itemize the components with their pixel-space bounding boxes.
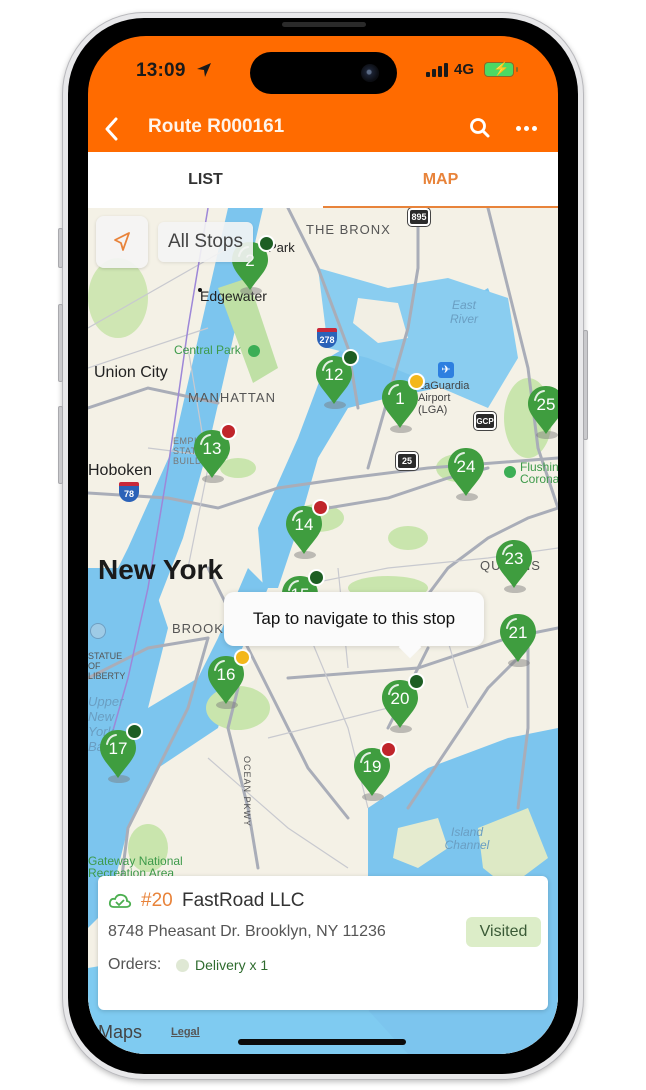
- map-label-the-bronx: THE BRONX: [306, 222, 391, 237]
- front-camera: [361, 64, 379, 82]
- map-label-union-city: Union City: [94, 364, 168, 381]
- stop-pin-number: 12: [324, 365, 344, 384]
- locate-me-button[interactable]: [96, 216, 148, 268]
- highway-shield-gcp: GCP: [474, 412, 496, 430]
- map-view[interactable]: THE BRONX Park Edgewater Central Park Un…: [88, 208, 558, 1054]
- dynamic-island: [250, 52, 397, 94]
- stop-pin-23[interactable]: 23: [494, 538, 534, 594]
- status-badge: Visited: [466, 917, 541, 947]
- all-stops-filter[interactable]: All Stops: [158, 222, 253, 262]
- stop-pin-14[interactable]: 14: [284, 499, 329, 560]
- stop-status-dot: [342, 349, 359, 366]
- stop-status-dot: [258, 235, 275, 252]
- map-label-statue-of-liberty: STATUE OF LIBERTY: [88, 651, 126, 681]
- stop-pin-number: 23: [504, 549, 524, 568]
- stop-status-dot: [234, 649, 251, 666]
- stop-pin-16[interactable]: 16: [206, 649, 251, 710]
- orders-label: Orders:: [108, 956, 162, 973]
- navigate-tooltip[interactable]: Tap to navigate to this stop: [224, 592, 484, 646]
- stop-status-dot: [312, 499, 329, 516]
- tooltip-text: Tap to navigate to this stop: [252, 609, 456, 628]
- stop-status-dot: [308, 569, 325, 586]
- network-type: 4G: [454, 61, 475, 78]
- stop-pin-13[interactable]: 13: [192, 423, 237, 484]
- interstate-shield-278: 278: [317, 328, 337, 348]
- stop-pin-20[interactable]: 20: [380, 673, 425, 734]
- statue-of-liberty-icon: [90, 623, 106, 639]
- map-label-new-york: New York: [98, 554, 224, 585]
- back-button[interactable]: [98, 112, 128, 146]
- navigation-arrow-icon: [114, 232, 130, 251]
- battery-charging-icon: ⚡: [484, 61, 518, 77]
- legal-link[interactable]: Legal: [171, 1026, 200, 1038]
- park-icon: [248, 345, 260, 357]
- volume-down-button: [58, 406, 63, 484]
- stop-pin-19[interactable]: 19: [352, 741, 397, 802]
- stop-pin-number: 14: [294, 515, 314, 534]
- map-label-ocean-pkwy: OCEAN PKWY: [242, 756, 252, 828]
- stop-pin-number: 1: [395, 389, 405, 408]
- highway-shield-25: 25: [396, 452, 418, 470]
- stop-status-dot: [408, 673, 425, 690]
- location-arrow-icon: [197, 63, 211, 77]
- stop-pin-number: 25: [536, 395, 556, 414]
- tab-list[interactable]: LIST: [88, 152, 323, 208]
- stop-pin-21[interactable]: 21: [498, 612, 538, 668]
- map-label-east-river: East River: [449, 298, 478, 326]
- earpiece-speaker: [282, 22, 366, 27]
- ellipsis-icon: [516, 126, 521, 131]
- more-options-button[interactable]: [512, 114, 542, 142]
- action-button: [58, 228, 63, 268]
- stop-pin-number: 20: [390, 689, 410, 708]
- map-label-island-channel: Island Channel: [444, 825, 490, 852]
- map-label-hoboken: Hoboken: [88, 462, 153, 479]
- stop-status-dot: [126, 723, 143, 740]
- status-bar: 13:09 4G ⚡: [88, 36, 558, 106]
- order-item: Delivery x 1: [195, 957, 269, 973]
- map-label-flushing: Flushing Corona: [520, 460, 558, 486]
- stop-pin-25[interactable]: 25: [526, 384, 558, 440]
- search-icon[interactable]: [466, 114, 494, 142]
- stop-status-dot: [380, 741, 397, 758]
- stop-address: 8748 Pheasant Dr. Brooklyn, NY 11236: [108, 923, 386, 940]
- stop-pin-17[interactable]: 17: [98, 723, 143, 784]
- stop-pin-number: 21: [508, 623, 528, 642]
- map-label-central-park: Central Park: [174, 343, 241, 357]
- tab-map[interactable]: MAP: [323, 152, 558, 208]
- stop-status-dot: [220, 423, 237, 440]
- power-button: [583, 330, 588, 440]
- stop-pin-1[interactable]: 1: [380, 373, 425, 434]
- stop-pin-number: 19: [362, 757, 382, 776]
- park-icon: [504, 466, 516, 478]
- stop-customer-name: FastRoad LLC: [182, 890, 305, 911]
- page-title: Route R000161: [148, 116, 285, 137]
- interstate-shield-78: 78: [119, 482, 139, 502]
- cloud-check-icon: [108, 893, 132, 908]
- status-time: 13:09: [136, 60, 186, 81]
- stop-pin-12[interactable]: 12: [314, 349, 359, 410]
- view-tabs: LIST MAP: [88, 152, 558, 208]
- selected-stop-card[interactable]: #20 FastRoad LLC 8748 Pheasant Dr. Brook…: [98, 876, 548, 1010]
- signal-bars-icon: [426, 63, 448, 77]
- volume-up-button: [58, 304, 63, 382]
- stop-pin-number: 13: [202, 439, 222, 458]
- airport-icon: ✈: [438, 362, 454, 378]
- home-indicator[interactable]: [238, 1039, 406, 1045]
- apple-maps-logo: Maps: [98, 1022, 143, 1042]
- order-type-dot: [176, 959, 189, 972]
- stop-pin-24[interactable]: 24: [446, 446, 486, 502]
- screen: 13:09 4G ⚡ Route R000161 LIST MAP THE BR…: [88, 36, 558, 1054]
- stop-number: #20: [141, 890, 173, 911]
- edgewater-dot: [198, 288, 202, 292]
- stop-status-dot: [408, 373, 425, 390]
- highway-shield-895: 895: [408, 208, 430, 226]
- map-label-manhattan: MANHATTAN: [188, 390, 276, 405]
- stop-pin-number: 17: [108, 739, 128, 758]
- stop-pin-number: 16: [216, 665, 236, 684]
- stop-pin-number: 24: [456, 457, 476, 476]
- navigation-bar: Route R000161: [88, 106, 558, 152]
- map-label-laguardia: LaGuardia Airport (LGA): [418, 380, 470, 416]
